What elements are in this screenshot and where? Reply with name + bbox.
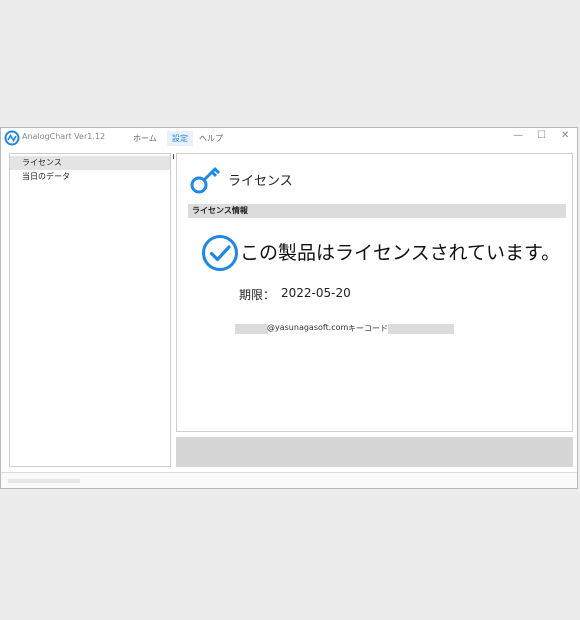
maximize-button[interactable]: ☐ (537, 130, 546, 141)
email-user-redacted (235, 324, 268, 334)
footer-panel (176, 437, 573, 467)
key-code-label: キーコード (348, 324, 388, 333)
check-circle-icon (202, 235, 238, 271)
status-bar (1, 472, 577, 488)
app-title: AnalogChart Ver1.12 (22, 132, 106, 141)
key-code-redacted (388, 324, 454, 334)
license-title: ライセンス (228, 174, 293, 189)
app-window: AnalogChart Ver1.12 ホーム 設定 ヘルプ — ☐ ✕ ライセ… (0, 127, 578, 489)
splitter-handle[interactable] (173, 154, 174, 159)
expiry-label: 期限： (239, 288, 276, 302)
license-status-message: この製品はライセンスされています。 (240, 242, 561, 264)
expiry-date: 2022-05-20 (281, 286, 351, 300)
license-info-section-header: ライセンス情報 (188, 204, 566, 218)
close-button[interactable]: ✕ (561, 130, 569, 141)
email-domain: @yasunagasoft.com (267, 323, 349, 332)
menu-settings[interactable]: 設定 (167, 131, 193, 146)
sidebar-item-license[interactable]: ライセンス (10, 156, 170, 170)
sidebar-item-today-data[interactable]: 当日のデータ (10, 170, 170, 184)
sidebar: ライセンス 当日のデータ (9, 153, 171, 467)
minimize-button[interactable]: — (513, 130, 523, 141)
analogchart-logo-icon (4, 130, 20, 146)
key-icon (190, 166, 221, 194)
menu-home[interactable]: ホーム (128, 131, 162, 146)
title-bar: AnalogChart Ver1.12 ホーム 設定 ヘルプ — ☐ ✕ (1, 128, 577, 148)
license-panel: ライセンス ライセンス情報 この製品はライセンスされています。 期限： 2022… (176, 153, 573, 432)
menu-help[interactable]: ヘルプ (194, 131, 228, 146)
horizontal-scrollbar[interactable] (8, 479, 80, 483)
